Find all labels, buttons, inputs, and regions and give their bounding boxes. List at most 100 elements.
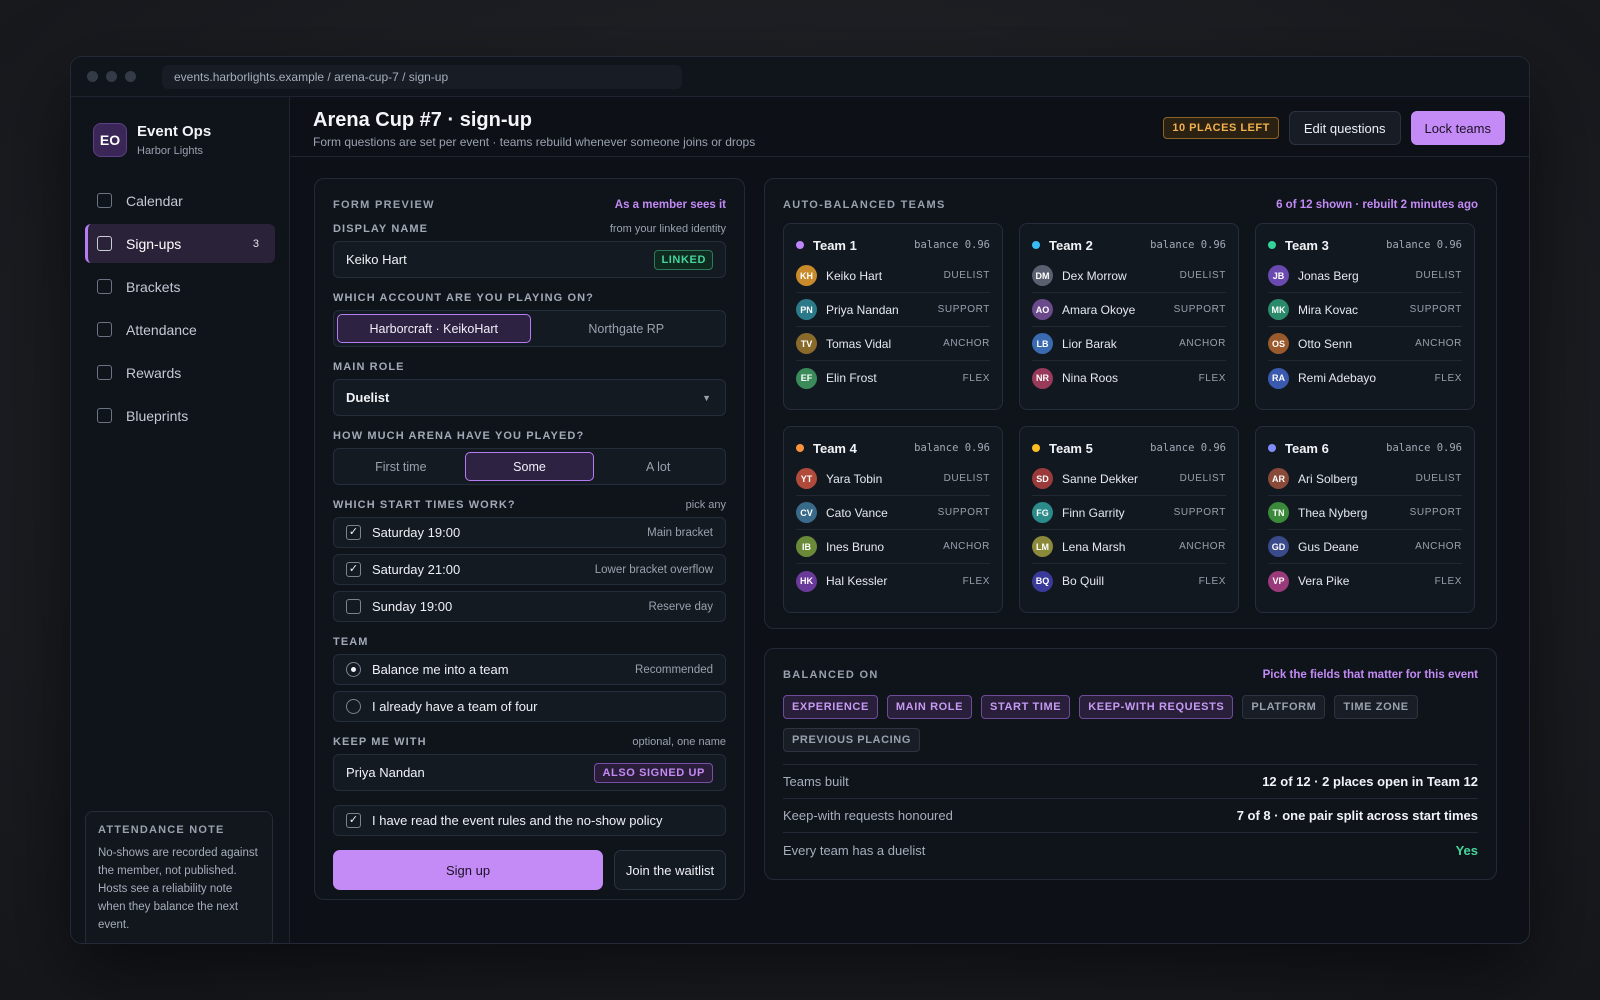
check-icon[interactable]: ✓ xyxy=(346,813,361,828)
start-time-option[interactable]: Sunday 19:00 Reserve day xyxy=(333,591,726,622)
sidebar-item-attendance[interactable]: Attendance xyxy=(85,310,275,349)
lock-teams-button[interactable]: Lock teams xyxy=(1410,111,1505,145)
sidebar-item-calendar[interactable]: Calendar xyxy=(85,181,275,220)
team-member[interactable]: TN Thea Nyberg SUPPORT xyxy=(1268,496,1462,530)
join-waitlist-button[interactable]: Join the waitlist xyxy=(614,850,726,890)
team-option-note: Recommended xyxy=(635,663,713,676)
address-bar[interactable]: events.harborlights.example / arena-cup-… xyxy=(162,64,682,89)
member-role: SUPPORT xyxy=(1409,304,1462,315)
balance-chip-main-role[interactable]: MAIN ROLE xyxy=(886,695,973,719)
start-time-option[interactable]: ✓ Saturday 19:00 Main bracket xyxy=(333,517,726,548)
team-member[interactable]: AO Amara Okoye SUPPORT xyxy=(1032,293,1226,327)
team-member[interactable]: KH Keiko Hart DUELIST xyxy=(796,259,990,293)
balance-chip-previous-placing[interactable]: PREVIOUS PLACING xyxy=(783,728,921,752)
avatar: HK xyxy=(796,570,817,592)
sidebar-item-count: 3 xyxy=(252,237,259,250)
form-preview-title: FORM PREVIEW xyxy=(333,199,435,211)
team-member[interactable]: NR Nina Roos FLEX xyxy=(1032,361,1226,395)
edit-questions-button[interactable]: Edit questions xyxy=(1288,111,1401,145)
avatar: TV xyxy=(796,333,817,354)
sidebar-item-label: Attendance xyxy=(126,321,197,338)
team-member[interactable]: SD Sanne Dekker DUELIST xyxy=(1032,462,1226,496)
team-color-dot xyxy=(796,241,804,249)
sign-up-button[interactable]: Sign up xyxy=(333,850,603,890)
check-icon[interactable]: ✓ xyxy=(346,525,361,540)
attendance-note-title: ATTENDANCE NOTE xyxy=(98,824,225,836)
team-member[interactable]: LM Lena Marsh ANCHOR xyxy=(1032,530,1226,564)
team-header: Team 3 balance 0.96 xyxy=(1268,235,1462,255)
balance-chip-experience[interactable]: EXPERIENCE xyxy=(783,695,878,719)
avatar: AO xyxy=(1032,299,1053,320)
team-member[interactable]: GD Gus Deane ANCHOR xyxy=(1268,530,1462,564)
experience-option-a-lot[interactable]: A lot xyxy=(594,452,722,481)
team-member[interactable]: OS Otto Senn ANCHOR xyxy=(1268,327,1462,361)
main-role-select[interactable]: Duelist ▼ xyxy=(333,379,726,416)
display-name-label: DISPLAY NAME xyxy=(333,223,429,235)
sidebar-item-blueprints[interactable]: Blueprints xyxy=(85,396,275,435)
balance-chip-keep-with-requests[interactable]: KEEP-WITH REQUESTS xyxy=(1079,695,1234,719)
radio-icon[interactable] xyxy=(346,699,361,714)
team-member[interactable]: FG Finn Garrity SUPPORT xyxy=(1032,496,1226,530)
team-option[interactable]: Balance me into a team Recommended xyxy=(333,654,726,685)
team-name: Team 4 xyxy=(813,440,857,456)
start-time-option[interactable]: ✓ Saturday 21:00 Lower bracket overflow xyxy=(333,554,726,585)
rules-checkbox-row[interactable]: ✓ I have read the event rules and the no… xyxy=(333,805,726,836)
team-member[interactable]: DM Dex Morrow DUELIST xyxy=(1032,259,1226,293)
avatar: IB xyxy=(796,536,817,557)
team-member[interactable]: MK Mira Kovac SUPPORT xyxy=(1268,293,1462,327)
member-role: FLEX xyxy=(1434,575,1462,587)
sidebar-item-label: Brackets xyxy=(126,278,181,295)
team-member-list: YT Yara Tobin DUELIST CV Cato Vance SUPPORT IB… xyxy=(796,462,990,598)
team-member[interactable]: PN Priya Nandan SUPPORT xyxy=(796,293,990,327)
sidebar-item-brackets[interactable]: Brackets xyxy=(85,267,275,306)
window-minimize-dot[interactable] xyxy=(106,71,117,82)
account-option-harborcraft[interactable]: Harborcraft · KeikoHart xyxy=(337,314,531,343)
team-member[interactable]: VP Vera Pike FLEX xyxy=(1268,564,1462,598)
check-icon[interactable]: ✓ xyxy=(346,562,361,577)
window-close-dot[interactable] xyxy=(87,71,98,82)
sidebar-item-sign-ups[interactable]: Sign-ups 3 xyxy=(85,224,275,263)
sidebar-item-rewards[interactable]: Rewards xyxy=(85,353,275,392)
team-member[interactable]: IB Ines Bruno ANCHOR xyxy=(796,530,990,564)
member-role: FLEX xyxy=(962,575,990,587)
display-name-field[interactable]: Keiko Hart LINKED xyxy=(333,241,726,278)
balance-chip-time-zone[interactable]: TIME ZONE xyxy=(1334,695,1418,719)
team-card: Team 1 balance 0.96 KH Keiko Hart DUELIST PN P… xyxy=(783,223,1003,410)
team-member[interactable]: JB Jonas Berg DUELIST xyxy=(1268,259,1462,293)
team-member[interactable]: BQ Bo Quill FLEX xyxy=(1032,564,1226,598)
team-balance: balance 0.96 xyxy=(1150,239,1226,251)
checkbox-icon xyxy=(97,236,112,251)
team-member[interactable]: HK Hal Kessler FLEX xyxy=(796,564,990,598)
team-member[interactable]: EF Elin Frost FLEX xyxy=(796,361,990,395)
checkbox-empty-icon[interactable] xyxy=(346,599,361,614)
balanced-on-title: BALANCED ON xyxy=(783,669,879,681)
main-role-value: Duelist xyxy=(346,390,390,405)
team-member[interactable]: AR Ari Solberg DUELIST xyxy=(1268,462,1462,496)
team-member[interactable]: LB Lior Barak ANCHOR xyxy=(1032,327,1226,361)
stat-row: Keep-with requests honoured 7 of 8 · one … xyxy=(783,799,1478,833)
team-member[interactable]: TV Tomas Vidal ANCHOR xyxy=(796,327,990,361)
member-role: DUELIST xyxy=(943,270,990,281)
account-option-northgate[interactable]: Northgate RP xyxy=(531,314,723,343)
team-member[interactable]: YT Yara Tobin DUELIST xyxy=(796,462,990,496)
radio-selected-icon[interactable] xyxy=(346,662,361,677)
balanced-on-hint[interactable]: Pick the fields that matter for this eve… xyxy=(1263,669,1478,681)
start-time-note: Main bracket xyxy=(647,526,713,539)
experience-option-some[interactable]: Some xyxy=(464,452,595,481)
team-balance: balance 0.96 xyxy=(914,239,990,251)
avatar: CV xyxy=(796,502,817,523)
keep-with-field[interactable]: Priya Nandan ALSO SIGNED UP xyxy=(333,754,726,791)
balance-chip-start-time[interactable]: START TIME xyxy=(981,695,1071,719)
balance-chip-platform[interactable]: PLATFORM xyxy=(1242,695,1326,719)
team-member[interactable]: CV Cato Vance SUPPORT xyxy=(796,496,990,530)
team-member[interactable]: RA Remi Adebayo FLEX xyxy=(1268,361,1462,395)
experience-option-first-time[interactable]: First time xyxy=(337,452,465,481)
team-card: Team 2 balance 0.96 DM Dex Morrow DUELIST AO A… xyxy=(1019,223,1239,410)
team-name: Team 3 xyxy=(1285,237,1329,253)
member-name: Otto Senn xyxy=(1298,336,1353,351)
team-option[interactable]: I already have a team of four xyxy=(333,691,726,722)
team-name: Team 5 xyxy=(1049,440,1093,456)
window-maximize-dot[interactable] xyxy=(125,71,136,82)
sidebar: EO Event Ops Harbor Lights Calendar Sign-… xyxy=(71,97,290,943)
sidebar-item-label: Sign-ups xyxy=(126,235,182,252)
